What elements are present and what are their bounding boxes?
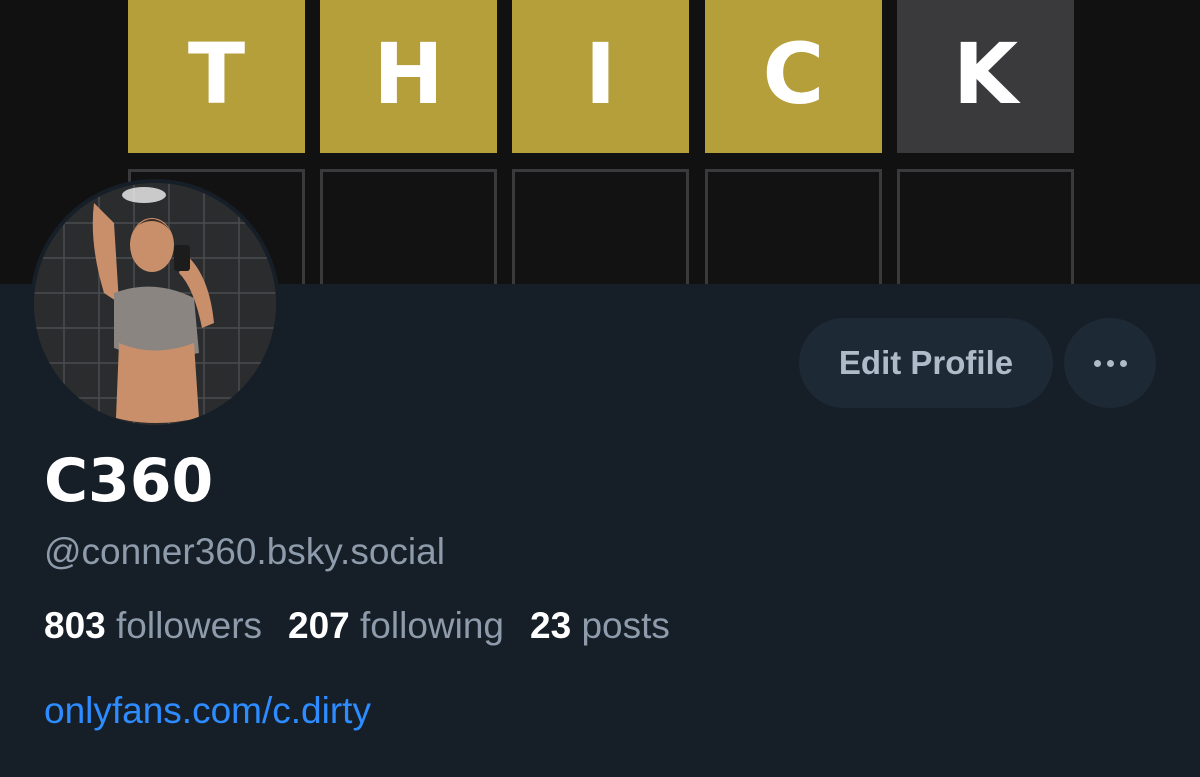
banner-tile-2: H (320, 0, 497, 153)
profile-stats: 803 followers 207 following 23 posts (44, 602, 696, 650)
posts-count: 23 (530, 605, 572, 646)
followers-stat[interactable]: 803 followers (44, 602, 262, 650)
avatar-photo (34, 183, 276, 425)
banner-tile-1: T (128, 0, 305, 153)
following-count: 207 (288, 605, 350, 646)
avatar[interactable] (30, 179, 280, 429)
banner-empty-tile (897, 169, 1074, 284)
posts-label: posts (581, 605, 670, 646)
banner-tile-4: C (705, 0, 882, 153)
following-stat[interactable]: 207 following (288, 602, 504, 650)
profile-handle: @conner360.bsky.social (44, 531, 445, 572)
following-label: following (360, 605, 505, 646)
banner-empty-tile (512, 169, 689, 284)
posts-stat: 23 posts (530, 602, 670, 650)
profile-link[interactable]: onlyfans.com/c.dirty (44, 687, 371, 735)
banner-empty-tile (705, 169, 882, 284)
display-name: C360 (44, 446, 214, 516)
edit-profile-button[interactable]: Edit Profile (799, 318, 1053, 408)
followers-count: 803 (44, 605, 106, 646)
followers-label: followers (116, 605, 263, 646)
ellipsis-icon (1091, 359, 1130, 367)
banner-tile-5: K (897, 0, 1074, 153)
more-options-button[interactable] (1064, 318, 1156, 408)
banner-empty-tile (320, 169, 497, 284)
banner-tile-3: I (512, 0, 689, 153)
